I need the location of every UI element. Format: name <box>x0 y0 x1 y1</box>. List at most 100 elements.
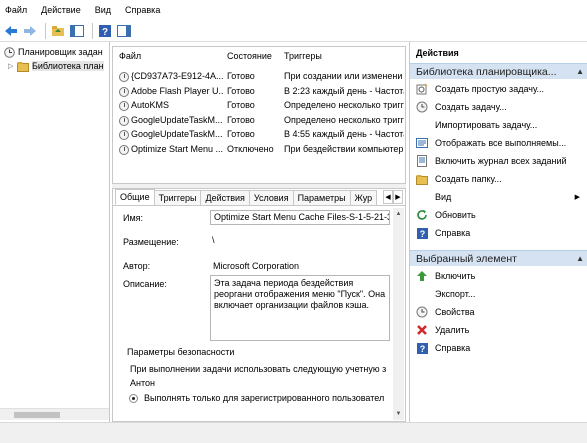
action-label: Экспорт... <box>435 289 476 299</box>
table-row[interactable]: AutoKMS Готово Определено несколько триг… <box>113 99 405 114</box>
tree-horizontal-scrollbar[interactable] <box>0 408 109 420</box>
up-folder-icon[interactable] <box>50 23 66 39</box>
task-status: Готово <box>227 114 255 125</box>
tree-pane: Планировщик задан ▷ Библиотека план <box>0 42 110 422</box>
tab-triggers[interactable]: Триггеры <box>153 190 202 205</box>
menu-view[interactable]: Вид <box>95 5 111 15</box>
clock-icon <box>119 144 129 155</box>
action-label: Удалить <box>435 325 470 335</box>
action-create-task[interactable]: Создать задачу... <box>410 98 587 116</box>
enable-icon <box>416 270 428 282</box>
action-enable-history[interactable]: Включить журнал всех заданий <box>410 152 587 170</box>
account-user: Антон <box>130 378 155 388</box>
account-text: При выполнении задачи использовать следу… <box>130 364 387 374</box>
clock-icon <box>119 72 129 82</box>
scrollbar-thumb[interactable] <box>14 412 60 418</box>
table-row[interactable]: {CD937A73-E912-4A... Готово При создании… <box>113 70 405 85</box>
action-label: Импортировать задачу... <box>435 120 538 130</box>
action-create-folder[interactable]: Создать папку... <box>410 170 587 188</box>
task-status: Готово <box>227 71 255 81</box>
task-trigger: Определено несколько тригг <box>284 100 404 110</box>
run-option-radio[interactable] <box>129 394 138 403</box>
action-import-task[interactable]: Импортировать задачу... <box>410 116 587 134</box>
tab-divider <box>113 205 405 206</box>
description-field[interactable]: Эта задача периода бездействия реоргани … <box>210 275 390 341</box>
scroll-up-icon[interactable]: ▲ <box>393 209 404 219</box>
action-refresh[interactable]: Обновить <box>410 206 587 224</box>
action-delete[interactable]: Удалить <box>410 321 587 339</box>
action-label: Свойства <box>435 307 475 317</box>
submenu-arrow-icon: ▶ <box>574 194 580 201</box>
forward-icon[interactable] <box>22 23 38 39</box>
author-label: Автор: <box>123 261 151 271</box>
clock-icon <box>416 101 428 113</box>
action-help-selected[interactable]: ? Справка <box>410 339 587 357</box>
column-header-triggers[interactable]: Триггеры <box>284 51 322 61</box>
tab-scroll-left-icon[interactable]: ◀ <box>383 190 393 204</box>
list-icon <box>416 137 428 149</box>
show-hide-action-pane-icon[interactable] <box>116 23 132 39</box>
toolbar: ? <box>0 20 587 42</box>
collapse-icon[interactable]: ▲ <box>576 254 584 263</box>
menu-file[interactable]: Файл <box>5 5 27 15</box>
menu-help[interactable]: Справка <box>125 5 160 15</box>
refresh-icon <box>416 209 428 221</box>
table-row[interactable]: GoogleUpdateTaskM... Готово Определено н… <box>113 114 405 129</box>
show-hide-tree-icon[interactable] <box>69 23 85 39</box>
action-properties[interactable]: Свойства <box>410 303 587 321</box>
section-selected-label: Выбранный элемент <box>416 252 517 265</box>
help-icon: ? <box>416 227 428 239</box>
task-name: AutoKMS <box>131 100 170 110</box>
tree-library-label: Библиотека план <box>32 61 104 71</box>
action-export[interactable]: Экспорт... <box>410 285 587 303</box>
action-display-running[interactable]: Отображать все выполняемы... <box>410 134 587 152</box>
action-label: Обновить <box>435 210 476 220</box>
collapse-icon[interactable]: ▲ <box>576 67 584 76</box>
tab-settings[interactable]: Параметры <box>292 190 351 205</box>
column-header-status[interactable]: Состояние <box>227 51 272 61</box>
action-enable[interactable]: Включить <box>410 267 587 285</box>
section-library[interactable]: Библиотека планировщика... ▲ <box>410 63 587 79</box>
action-label: Отображать все выполняемы... <box>435 138 567 148</box>
tab-scroll-right-icon[interactable]: ▶ <box>393 190 403 204</box>
location-value: \ <box>212 235 215 245</box>
expand-arrow-icon[interactable]: ▷ <box>8 62 17 70</box>
location-label: Размещение: <box>123 237 179 247</box>
scroll-down-icon[interactable]: ▼ <box>393 409 404 419</box>
tree-root-label: Планировщик задан <box>18 47 103 57</box>
column-header-name[interactable]: Файл <box>119 51 141 61</box>
menu-action[interactable]: Действие <box>41 5 81 15</box>
action-label: Создать простую задачу... <box>435 84 545 94</box>
task-name: {CD937A73-E912-4A... <box>131 71 223 81</box>
tree-item-library[interactable]: ▷ Библиотека план <box>8 59 104 73</box>
action-help[interactable]: ? Справка <box>410 224 587 242</box>
section-selected-item[interactable]: Выбранный элемент ▲ <box>410 250 587 266</box>
help-icon: ? <box>416 342 428 354</box>
run-option-label: Выполнять только для зарегистрированного… <box>144 393 385 403</box>
security-heading: Параметры безопасности <box>127 347 235 357</box>
tab-conditions[interactable]: Условия <box>248 190 294 205</box>
clock-icon <box>119 101 129 111</box>
tab-history[interactable]: Жур <box>349 190 378 205</box>
radio-dot <box>132 397 135 400</box>
task-list: Файл Состояние Триггеры {CD937A73-E912-4… <box>112 46 406 184</box>
task-trigger: В 4:55 каждый день - Частота <box>284 129 404 139</box>
action-view[interactable]: Вид ▶ <box>410 188 587 206</box>
action-create-basic-task[interactable]: Создать простую задачу... <box>410 80 587 98</box>
details-vertical-scrollbar[interactable]: ▲ ▼ <box>393 208 404 420</box>
table-row[interactable]: Adobe Flash Player U... Готово В 2:23 ка… <box>113 85 405 100</box>
clock-icon <box>4 46 15 58</box>
tab-general[interactable]: Общие <box>115 189 155 205</box>
name-field[interactable]: Optimize Start Menu Cache Files-S-1-5-21… <box>210 210 390 225</box>
table-row[interactable]: Optimize Start Menu ... Отключено При бе… <box>113 143 405 158</box>
status-bar <box>0 422 587 443</box>
table-row[interactable]: GoogleUpdateTaskM... Готово В 4:55 кажды… <box>113 128 405 143</box>
clock-icon <box>119 115 129 126</box>
help-icon[interactable]: ? <box>97 23 113 39</box>
task-name: GoogleUpdateTaskM... <box>131 114 223 125</box>
task-status: Готово <box>227 100 255 110</box>
back-icon[interactable] <box>3 23 19 39</box>
menu-bar: Файл Действие Вид Справка <box>0 0 587 20</box>
tree-item-scheduler-root[interactable]: Планировщик задан <box>4 45 103 59</box>
tab-actions[interactable]: Действия <box>200 190 250 205</box>
